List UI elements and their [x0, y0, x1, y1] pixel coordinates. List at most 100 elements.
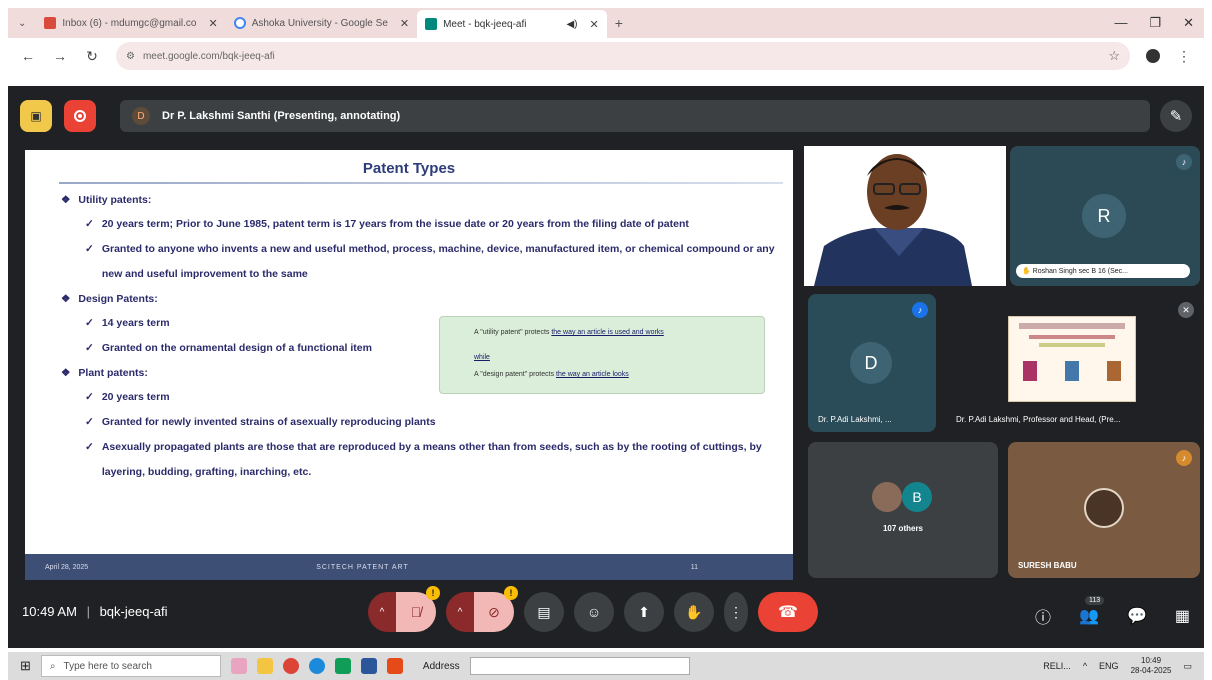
tab-label: Ashoka University - Google Se [251, 17, 388, 29]
new-tab-button[interactable]: + [607, 11, 631, 35]
store-icon[interactable] [334, 658, 351, 674]
diamond-bullet-icon: ❖ [61, 367, 71, 379]
tab-search-button[interactable]: ⌄ [8, 11, 36, 35]
windows-start-icon[interactable]: ⊞ [20, 658, 31, 674]
restore-icon[interactable]: ❐ [1149, 15, 1161, 31]
avatar: R [1082, 194, 1126, 238]
check-icon: ✓ [85, 416, 94, 428]
bullet-text: Granted for newly invented strains of as… [101, 416, 436, 428]
url-field[interactable]: ⚙ meet.google.com/bqk-jeeq-afi ☆ [116, 42, 1130, 70]
note-link: the way an article looks [556, 371, 629, 378]
audio-options-caret[interactable]: ^ [368, 592, 396, 632]
word-icon[interactable] [360, 658, 377, 674]
close-window-icon[interactable]: ✕ [1183, 15, 1194, 31]
chevron-up-icon[interactable]: ^ [1083, 661, 1087, 671]
presentation-slide: Patent Types ❖ Utility patents: ✓ 20 years… [25, 150, 793, 580]
section-heading: Design Patents: [78, 293, 158, 305]
activities-grid-icon[interactable]: ▦ [1175, 606, 1190, 626]
chat-icon[interactable]: 💬 [1127, 606, 1147, 626]
slide-footer: April 28, 2025 SCITECH PATENT ART 11 [25, 554, 793, 580]
speaking-indicator-icon: ♪ [912, 302, 928, 318]
participant-name: Dr. P.Adi Lakshmi, ... [818, 415, 892, 424]
mic-toggle-button[interactable]: 🎙̸ ! [396, 586, 440, 632]
participant-name: Dr. P.Adi Lakshmi, Professor and Head, (… [956, 415, 1121, 424]
participant-name: ✋ Roshan Singh sec B 16 (Sec... [1016, 264, 1190, 278]
record-icon [74, 110, 86, 122]
tab-label: Inbox (6) - mdumgc@gmail.co [62, 17, 197, 29]
edge-icon[interactable] [308, 658, 325, 674]
system-tray: RELI... ^ ENG 10:49 28-04-2025 ▭ [1043, 656, 1204, 676]
search-icon: ⌕ [49, 660, 56, 672]
reload-icon[interactable]: ↻ [84, 48, 100, 65]
tab-inbox[interactable]: Inbox (6) - mdumgc@gmail.co ✕ [36, 11, 225, 35]
participant-tile-roshan[interactable]: R ♪ ✋ Roshan Singh sec B 16 (Sec... [1010, 146, 1200, 286]
chrome-icon[interactable] [282, 658, 299, 674]
close-icon[interactable]: ✕ [400, 17, 409, 30]
notification-icon[interactable]: ▭ [1183, 661, 1192, 672]
meeting-details-icon[interactable]: ⓘ [1035, 604, 1051, 628]
others-photo-avatar [872, 482, 902, 512]
scroll-note: A "utility patent" protects the way an a… [439, 316, 765, 394]
bookmark-star-icon[interactable]: ☆ [1108, 48, 1120, 64]
pip-button[interactable]: ▣ [20, 100, 52, 132]
participant-video-tile[interactable] [804, 146, 1006, 286]
end-call-button[interactable]: ☎ [758, 592, 818, 632]
participant-tile-adi-presentation[interactable]: ✕ Dr. P.Adi Lakshmi, Professor and Head,… [946, 294, 1202, 432]
close-icon[interactable]: ✕ [208, 17, 217, 30]
address-toolbar-input[interactable] [469, 657, 690, 675]
profile-avatar[interactable] [1146, 49, 1160, 63]
participant-tile-others[interactable]: B 107 others [808, 442, 998, 578]
record-button[interactable] [64, 100, 96, 132]
check-icon: ✓ [85, 391, 94, 403]
file-explorer-icon[interactable] [256, 658, 273, 674]
check-icon: ✓ [85, 317, 94, 329]
widgets-icon[interactable] [230, 658, 247, 674]
check-icon: ✓ [85, 441, 94, 453]
footer-title: SCITECH PATENT ART [316, 563, 409, 571]
tab-ashoka[interactable]: Ashoka University - Google Se ✕ [226, 11, 417, 35]
participant-tile-adi[interactable]: D ♪ Dr. P.Adi Lakshmi, ... [808, 294, 936, 432]
camera-off-icon: ⊘ [488, 603, 500, 620]
note-text: A "utility patent" protects [474, 329, 552, 336]
participant-tile-suresh[interactable]: ♪ SURESH BABU [1008, 442, 1200, 578]
raise-hand-button[interactable]: ✋ [674, 592, 714, 632]
windows-taskbar: ⊞ ⌕ Type here to search Address RELI... … [8, 652, 1204, 680]
taskbar-search[interactable]: ⌕ Type here to search [40, 655, 221, 677]
tray-app-label[interactable]: RELI... [1043, 661, 1071, 671]
forward-icon[interactable]: → [52, 48, 68, 64]
people-count-badge: 113 [1085, 596, 1105, 605]
separator: | [86, 604, 90, 619]
site-info-icon[interactable]: ⚙ [126, 51, 135, 62]
meeting-code: bqk-jeeq-afi [99, 604, 168, 619]
url-text: meet.google.com/bqk-jeeq-afi [142, 50, 275, 62]
menu-dots-icon[interactable]: ⋮ [1176, 48, 1192, 65]
taskbar-clock[interactable]: 10:49 28-04-2025 [1131, 656, 1172, 676]
clock-date: 28-04-2025 [1130, 666, 1172, 675]
meeting-info: 10:49 AM | bqk-jeeq-afi [22, 604, 168, 619]
footer-date: April 28, 2025 [45, 563, 89, 571]
more-options-button[interactable]: ⋮ [724, 592, 748, 632]
captions-icon: ▤ [537, 603, 551, 620]
tab-meet[interactable]: Meet - bqk-jeeq-afi ◀) ✕ [417, 10, 607, 38]
clock-time: 10:49 AM [22, 604, 77, 619]
emoji-button[interactable]: ☺ [574, 592, 614, 632]
audio-playing-icon[interactable]: ◀) [566, 19, 577, 30]
bullet-text: 20 years term; Prior to June 1985, paten… [101, 218, 689, 230]
close-icon[interactable]: ✕ [590, 18, 599, 31]
people-icon[interactable]: 👥 113 [1079, 596, 1105, 626]
minimize-icon[interactable]: — [1114, 15, 1127, 31]
app-icon[interactable] [386, 658, 403, 674]
camera-toggle-button[interactable]: ⊘ ! [474, 586, 518, 632]
annotate-pen-icon[interactable]: ✎ [1160, 100, 1192, 132]
emoji-icon: ☺ [586, 604, 602, 620]
back-icon[interactable]: ← [20, 48, 36, 64]
video-options-caret[interactable]: ^ [446, 592, 474, 632]
gmail-icon [44, 17, 57, 29]
presentation-thumbnail [1008, 316, 1136, 402]
present-button[interactable]: ⬆ [624, 592, 664, 632]
window-controls: — ❐ ✕ [1114, 15, 1204, 31]
captions-button[interactable]: ▤ [524, 592, 564, 632]
participant-name: 107 others [882, 524, 924, 533]
check-icon: ✓ [85, 342, 94, 354]
language-indicator[interactable]: ENG [1099, 661, 1119, 671]
